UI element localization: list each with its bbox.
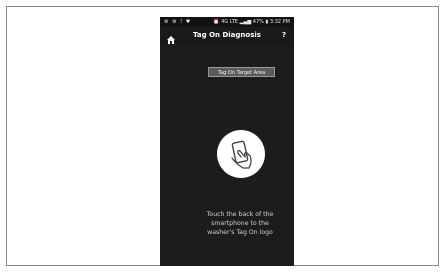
instruction-line: smartphone to the	[211, 220, 269, 227]
status-icons-right: ⏰ 4G LTE ▂▄▆ 47% ▮ 3:32 PM	[213, 19, 290, 25]
phone-tap-icon	[217, 130, 265, 178]
tag-on-target-area-button[interactable]: Tag On Target Area	[208, 67, 275, 77]
instruction-text: Touch the back of the smartphone to the …	[182, 210, 294, 237]
app-bar: Tag On Diagnosis ?	[160, 27, 294, 44]
page-title: Tag On Diagnosis	[193, 31, 261, 39]
instruction-line: Touch the back of the	[206, 211, 274, 218]
phone-screen: ⚙ ⚙ ! ♥ ⏰ 4G LTE ▂▄▆ 47% ▮ 3:32 PM Tag O…	[160, 17, 294, 266]
status-icons-left: ⚙ ⚙ ! ♥	[164, 19, 192, 25]
instruction-line: washer's Tag On logo	[207, 229, 273, 236]
help-button[interactable]: ?	[282, 29, 286, 41]
status-bar: ⚙ ⚙ ! ♥ ⏰ 4G LTE ▂▄▆ 47% ▮ 3:32 PM	[160, 17, 294, 27]
